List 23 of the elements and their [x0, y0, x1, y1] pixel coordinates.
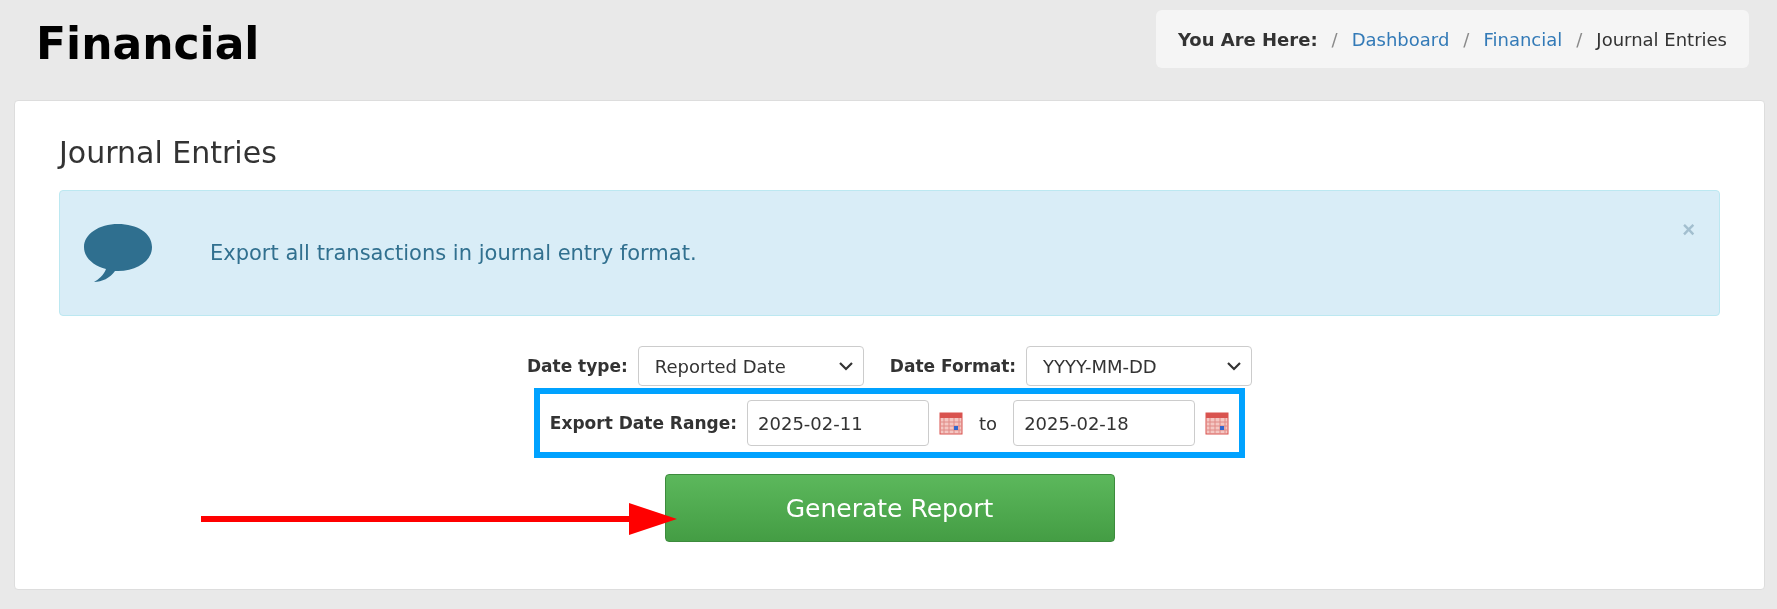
calendar-icon[interactable] — [939, 411, 964, 435]
calendar-icon[interactable] — [1205, 411, 1230, 435]
breadcrumb-current: Journal Entries — [1596, 28, 1727, 50]
alert-message: Export all transactions in journal entry format. — [210, 241, 697, 265]
date-type-select[interactable]: Reported Date — [637, 346, 864, 386]
chevron-down-icon — [1227, 361, 1242, 371]
date-format-select[interactable]: YYYY-MM-DD — [1026, 346, 1253, 386]
page-title: Financial — [36, 18, 260, 70]
breadcrumb-link[interactable]: Financial — [1483, 28, 1563, 50]
speech-bubble-icon — [82, 222, 154, 284]
card-title: Journal Entries — [59, 135, 278, 170]
field-label: Date type: — [526, 356, 628, 376]
end-date-field[interactable]: 2025-02-18 — [1013, 400, 1196, 446]
range-joiner: to — [979, 412, 998, 434]
breadcrumb-link[interactable]: Dashboard — [1351, 28, 1450, 50]
breadcrumb-label: You Are Here: — [1177, 28, 1318, 50]
start-date-field[interactable]: 2025-02-11 — [747, 400, 930, 446]
field-label: Export Date Range: — [549, 413, 738, 433]
breadcrumb-separator: / — [1331, 28, 1338, 50]
breadcrumb-separator: / — [1463, 28, 1470, 50]
breadcrumb-separator: / — [1576, 28, 1583, 50]
chevron-down-icon — [838, 361, 853, 371]
field-label: Date Format: — [889, 356, 1017, 376]
